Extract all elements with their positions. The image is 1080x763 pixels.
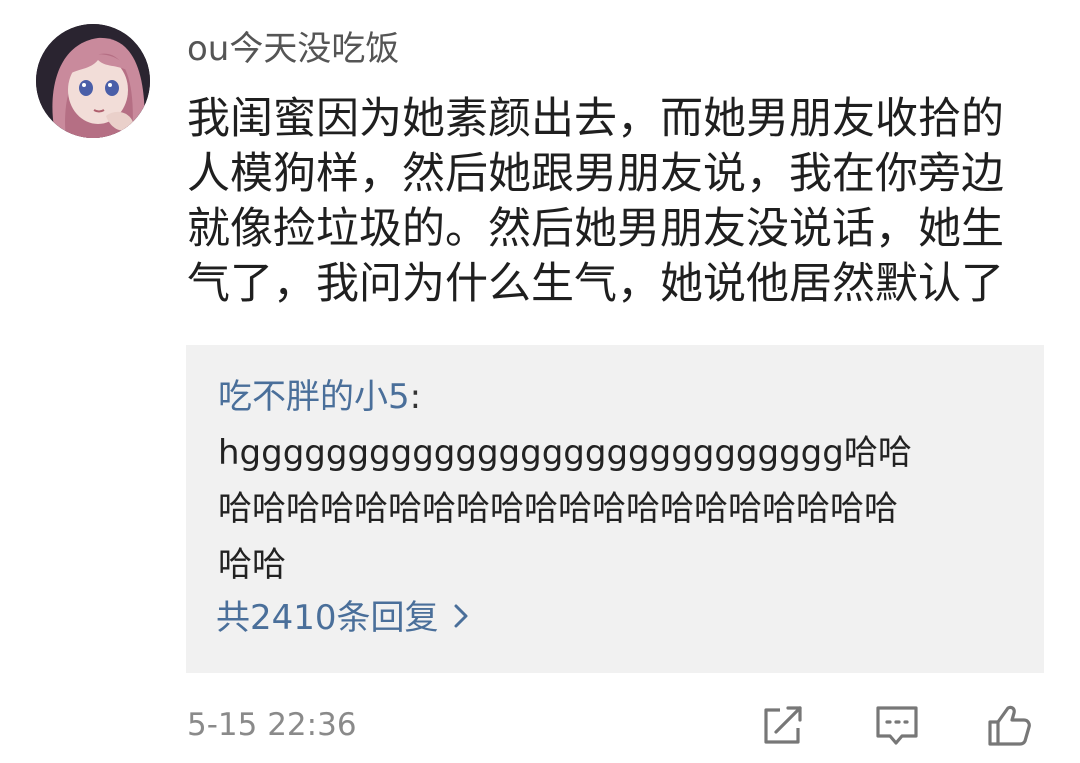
reply-text: hgggggggggggggggggggggggggggg哈哈 哈哈哈哈哈哈哈哈… [218, 425, 912, 593]
comment-line: 人模狗样，然后她跟男朋友说，我在你旁边 [187, 149, 1004, 199]
chevron-right-icon [453, 595, 469, 641]
reply-author-line: 吃不胖的小5: [218, 375, 421, 419]
reply-preview[interactable]: 吃不胖的小5: hgggggggggggggggggggggggggggg哈哈 … [186, 345, 1044, 673]
reply-count-label: 共2410条回复 [216, 598, 439, 638]
reply-colon: : [409, 377, 422, 417]
comment-line: 就像捡垃圾的。然后她男朋友没说话，她生 [187, 204, 1004, 254]
reply-text-line: hgggggggggggggggggggggggggggg哈哈 [218, 433, 912, 473]
reply-author[interactable]: 吃不胖的小5 [218, 377, 410, 417]
comment-content: 我闺蜜因为她素颜出去，而她男朋友收拾的 人模狗样，然后她跟男朋友说，我在你旁边 … [187, 92, 1052, 312]
comment-icon [876, 706, 918, 745]
thumbs-up-icon [988, 705, 1031, 746]
reply-text-line: 哈哈哈哈哈哈哈哈哈哈哈哈哈哈哈哈哈哈哈哈 [218, 489, 898, 529]
comment-timestamp: 5-15 22:36 [187, 707, 357, 743]
view-replies-link[interactable]: 共2410条回复 [216, 595, 469, 641]
share-button[interactable] [758, 700, 808, 750]
comment-button[interactable] [872, 700, 922, 750]
avatar-image [36, 24, 150, 138]
share-icon [764, 706, 802, 744]
comment-line: 我闺蜜因为她素颜出去，而她男朋友收拾的 [187, 94, 1004, 144]
username[interactable]: ou今天没吃饭 [187, 26, 399, 72]
comment-card: ou今天没吃饭 我闺蜜因为她素颜出去，而她男朋友收拾的 人模狗样，然后她跟男朋友… [0, 0, 1080, 763]
comment-line: 气了，我问为什么生气，她说他居然默认了 [187, 259, 1004, 309]
reply-text-line: 哈哈 [218, 545, 286, 585]
avatar[interactable] [36, 24, 150, 138]
like-button[interactable] [984, 700, 1034, 750]
